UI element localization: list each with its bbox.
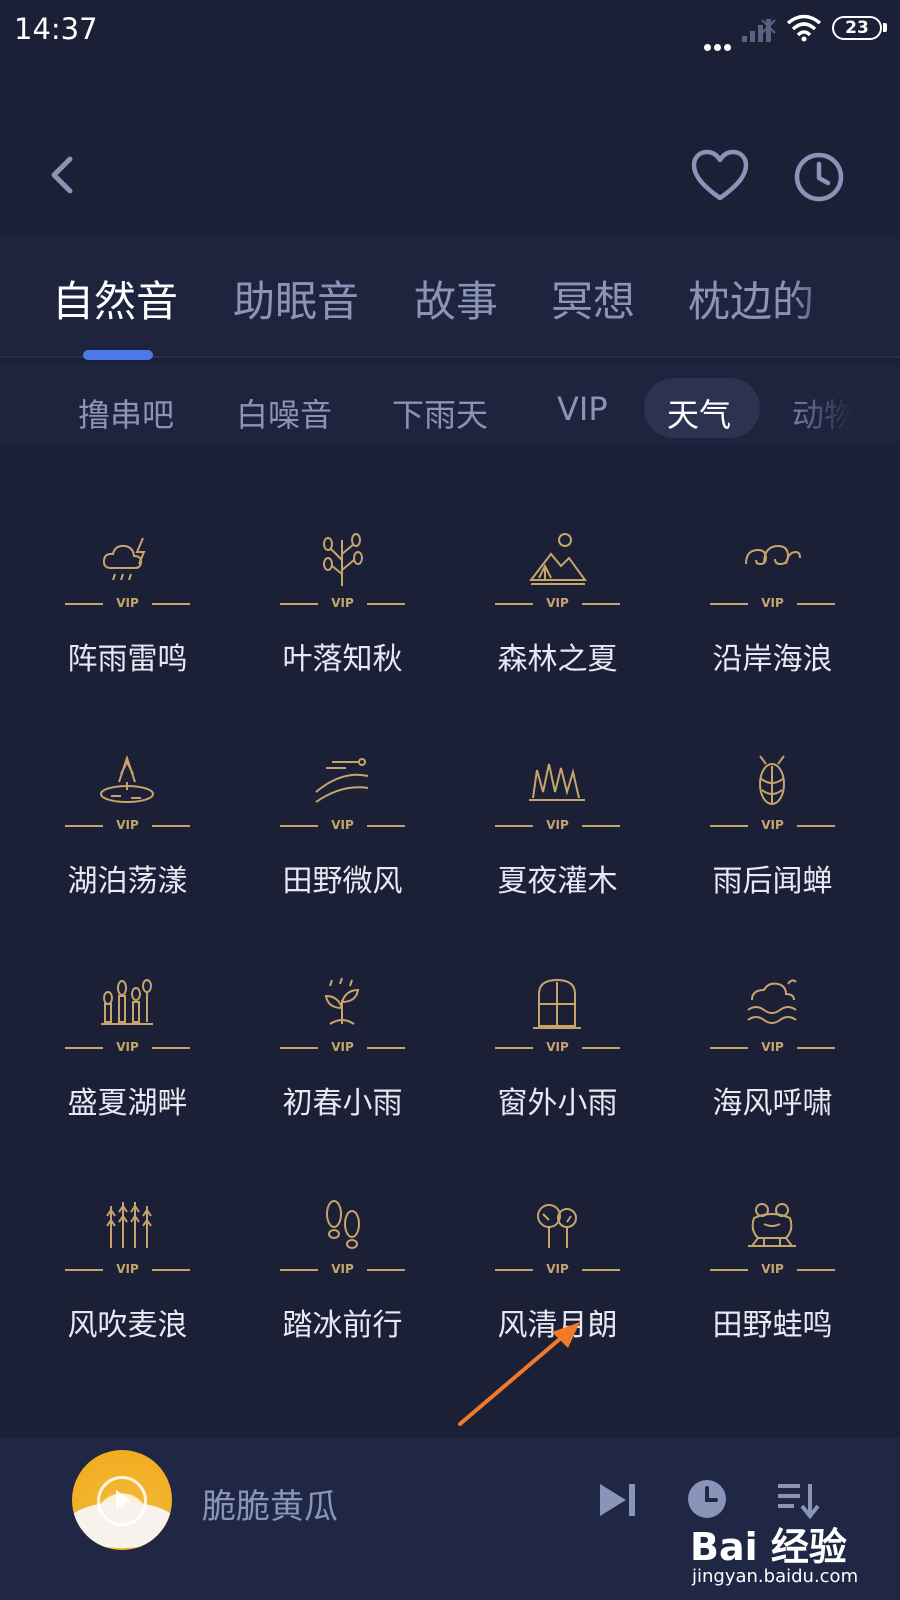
vip-badge: VIP (65, 818, 190, 832)
vip-badge: VIP (495, 818, 620, 832)
footprints-icon (326, 1200, 360, 1249)
sound-item[interactable]: VIP 沿岸海浪 (660, 530, 885, 720)
timer-icon[interactable] (686, 1478, 728, 1520)
playlist-icon[interactable] (776, 1480, 820, 1520)
tab-fade (790, 250, 900, 340)
lakeside-plants-icon (101, 979, 153, 1025)
active-tab-indicator (83, 350, 153, 360)
heart-icon[interactable] (690, 148, 750, 204)
sound-label: 夏夜灌木 (497, 864, 618, 899)
vip-badge: VIP (65, 1040, 190, 1054)
wifi-icon (786, 14, 822, 42)
vip-badge: VIP (280, 596, 405, 610)
watermark-url: jingyan.baidu.com (692, 1566, 859, 1587)
subtab-rainy-day[interactable]: 下雨天 (392, 390, 488, 436)
sound-label: 湖泊荡漾 (67, 864, 188, 899)
sound-item[interactable]: VIP 湖泊荡漾 (15, 752, 240, 942)
frog-icon (748, 1203, 796, 1247)
status-time: 14:37 (14, 12, 98, 46)
sprout-icon (324, 977, 360, 1025)
watermark-brand: Bai 经验 (690, 1525, 847, 1569)
battery-icon: 23 (832, 16, 887, 40)
subtab-white-noise[interactable]: 白噪音 (236, 390, 332, 436)
vip-badge: VIP (710, 596, 835, 610)
lake-island-icon (100, 754, 154, 803)
sound-item[interactable]: VIP 风吹麦浪 (15, 1196, 240, 1386)
sound-label: 田野微风 (282, 864, 403, 899)
sound-label: 海风呼啸 (712, 1086, 833, 1121)
status-bar: 14:37 23 (0, 0, 900, 60)
signal-icon (742, 19, 776, 42)
sound-item[interactable]: VIP 海风呼啸 (660, 974, 885, 1164)
vip-badge: VIP (495, 1262, 620, 1276)
sound-label: 沿岸海浪 (712, 642, 833, 677)
cicada-icon (759, 755, 785, 805)
tab-stories[interactable]: 故事 (414, 268, 498, 329)
field-breeze-icon (315, 758, 369, 803)
sound-item[interactable]: VIP 窗外小雨 (445, 974, 670, 1164)
sound-item[interactable]: VIP 田野微风 (230, 752, 455, 942)
subtab-fade (780, 380, 900, 438)
vip-badge: VIP (65, 1262, 190, 1276)
subtab-vip[interactable]: VIP (557, 390, 608, 428)
vip-badge: VIP (710, 1262, 835, 1276)
sound-item[interactable]: VIP 踏冰前行 (230, 1196, 455, 1386)
autumn-tree-icon (323, 533, 363, 586)
vip-badge: VIP (65, 596, 190, 610)
waves-icon (745, 544, 801, 566)
vip-badge: VIP (280, 1040, 405, 1054)
vip-badge: VIP (495, 596, 620, 610)
sound-label: 风吹麦浪 (67, 1308, 188, 1343)
tab-meditation[interactable]: 冥想 (551, 268, 635, 329)
tab-sleep-sounds[interactable]: 助眠音 (233, 268, 359, 329)
chevron-left-icon[interactable] (40, 145, 90, 205)
sound-label: 田野蛙鸣 (712, 1308, 833, 1343)
vip-badge: VIP (280, 1262, 405, 1276)
grass-icon (529, 763, 585, 801)
sound-label: 窗外小雨 (497, 1086, 618, 1121)
tab-nature-sounds[interactable]: 自然音 (52, 268, 178, 329)
wheat-icon (106, 1202, 152, 1248)
forest-camp-icon (528, 533, 587, 585)
annotation-arrow-icon (458, 1322, 580, 1426)
sound-item[interactable]: VIP 初春小雨 (230, 974, 455, 1164)
sound-label: 初春小雨 (282, 1086, 403, 1121)
trees-icon (537, 1204, 577, 1248)
sound-item[interactable]: VIP 森林之夏 (445, 530, 670, 720)
battery-level: 23 (845, 18, 869, 38)
sound-label: 踏冰前行 (282, 1308, 403, 1343)
sound-label: 阵雨雷鸣 (67, 642, 188, 677)
sound-label: 森林之夏 (497, 642, 618, 677)
now-playing-title[interactable]: 脆脆黄瓜 (202, 1479, 338, 1528)
sound-item[interactable]: VIP 盛夏湖畔 (15, 974, 240, 1164)
thunderstorm-icon (102, 537, 146, 581)
play-icon[interactable] (97, 1476, 147, 1526)
vip-badge: VIP (495, 1040, 620, 1054)
more-dots-icon (704, 36, 734, 51)
skip-next-icon[interactable] (598, 1480, 638, 1520)
sound-label: 雨后闻蝉 (712, 864, 833, 899)
subtab-bbq[interactable]: 撸串吧 (78, 390, 174, 436)
vip-badge: VIP (710, 1040, 835, 1054)
album-cover[interactable] (72, 1450, 172, 1550)
vip-badge: VIP (710, 818, 835, 832)
window-icon (533, 978, 581, 1029)
baidu-watermark: Bai 经验 jingyan.baidu.com (690, 1516, 890, 1596)
clock-icon[interactable] (792, 150, 846, 204)
sound-label: 盛夏湖畔 (67, 1086, 188, 1121)
sea-wind-icon (747, 979, 797, 1024)
subtab-weather[interactable]: 天气 (667, 390, 731, 436)
sound-item[interactable]: VIP 叶落知秋 (230, 530, 455, 720)
sound-item[interactable]: VIP 夏夜灌木 (445, 752, 670, 942)
vip-badge: VIP (280, 818, 405, 832)
sound-item[interactable]: VIP 雨后闻蝉 (660, 752, 885, 942)
sound-label: 叶落知秋 (282, 642, 403, 677)
sound-item[interactable]: VIP 阵雨雷鸣 (15, 530, 240, 720)
sound-item[interactable]: VIP 田野蛙鸣 (660, 1196, 885, 1386)
